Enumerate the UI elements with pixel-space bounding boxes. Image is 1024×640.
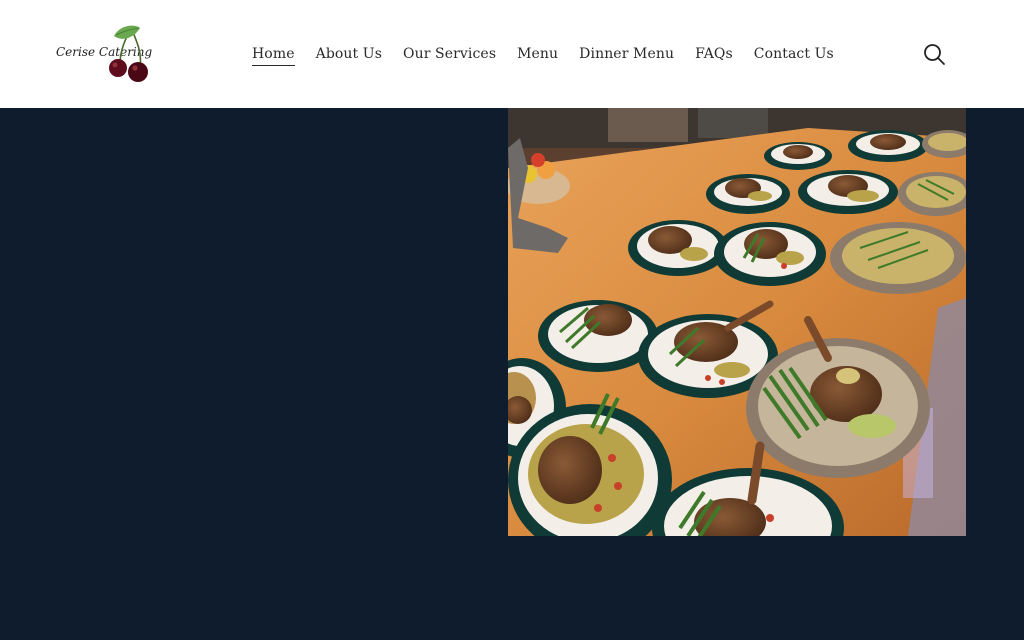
nav-our-services[interactable]: Our Services — [403, 46, 496, 62]
main-navigation: Home About Us Our Services Menu Dinner M… — [252, 43, 834, 66]
nav-dinner-menu[interactable]: Dinner Menu — [579, 46, 674, 62]
food-photo-illustration — [508, 108, 966, 536]
site-logo[interactable]: Cerise Catering — [54, 22, 154, 86]
cherries-icon: Cerise Catering — [56, 25, 152, 82]
nav-about-us[interactable]: About Us — [316, 46, 382, 62]
hero-food-photo — [508, 108, 966, 536]
nav-home[interactable]: Home — [252, 46, 295, 66]
search-button[interactable] — [922, 42, 946, 66]
search-icon — [924, 44, 945, 65]
nav-contact-us[interactable]: Contact Us — [754, 46, 834, 62]
nav-faqs[interactable]: FAQs — [695, 46, 733, 62]
nav-menu[interactable]: Menu — [517, 46, 558, 62]
hero-text-area — [0, 108, 508, 640]
site-header: Cerise Catering Home About Us Our Servic… — [0, 0, 1024, 108]
